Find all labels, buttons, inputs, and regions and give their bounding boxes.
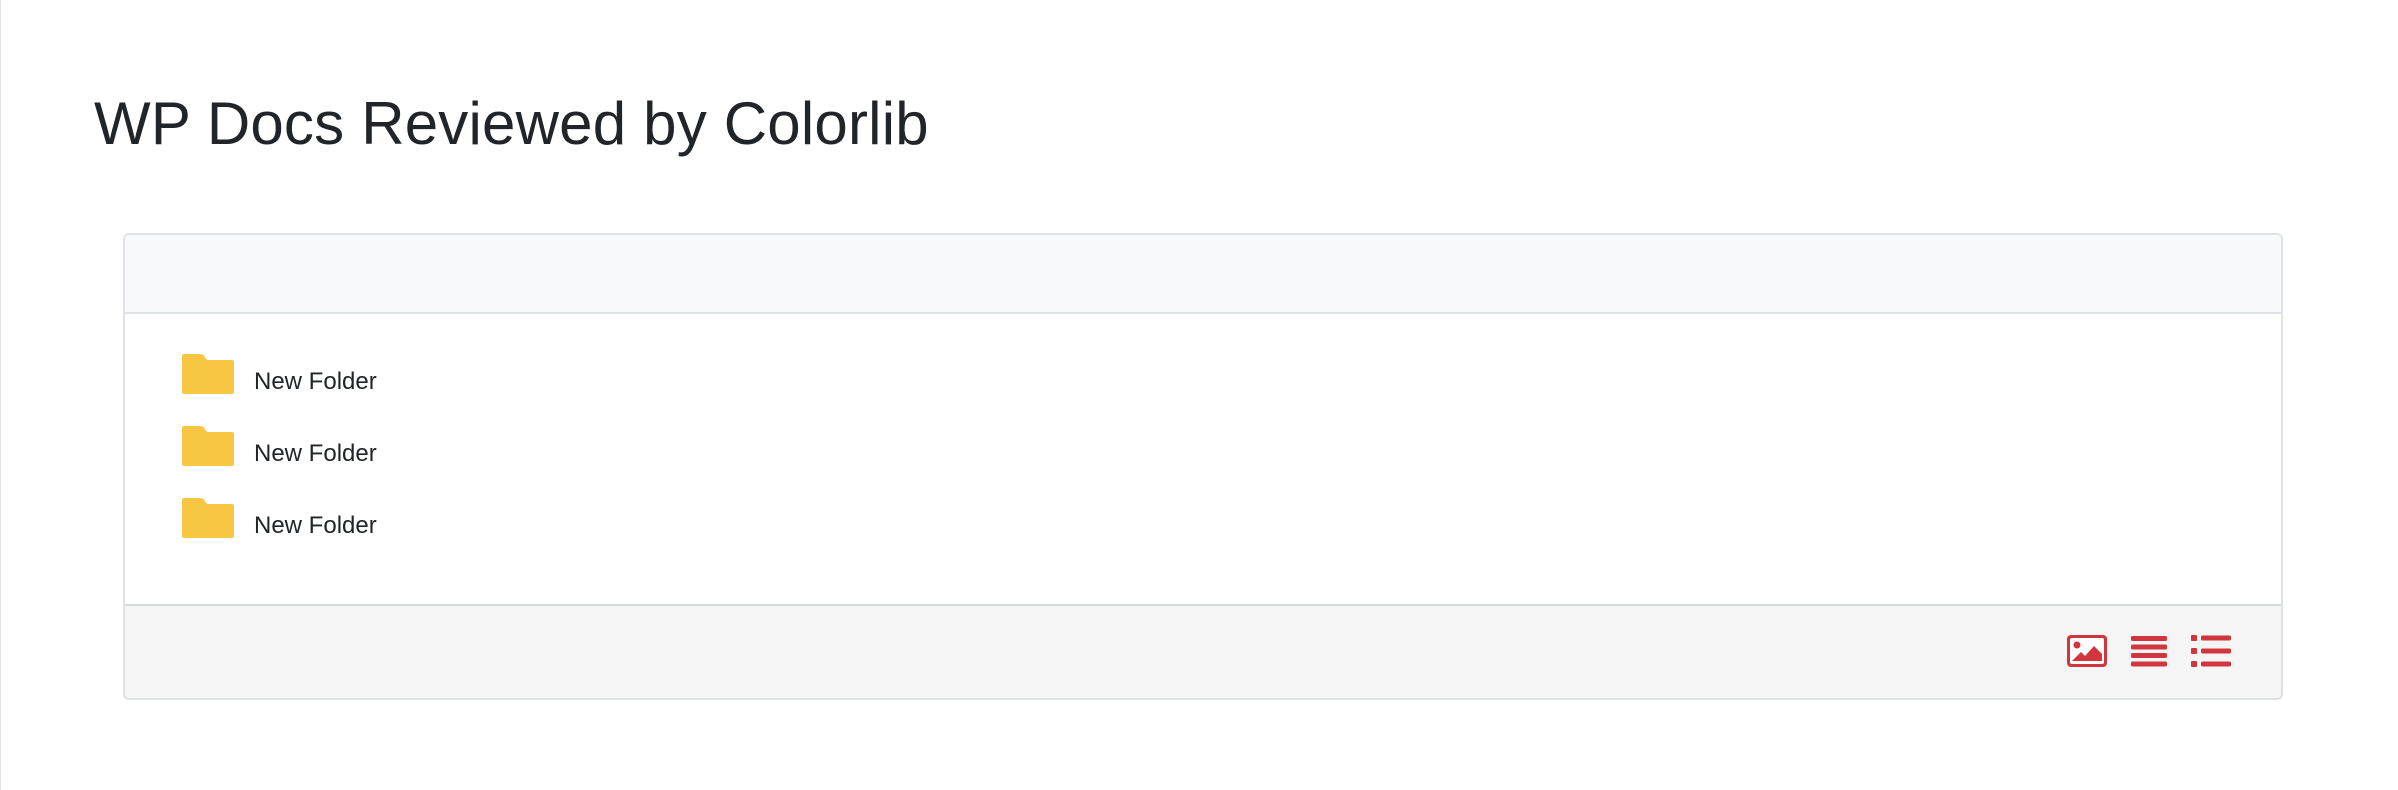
folder-icon	[182, 498, 234, 538]
image-icon	[2067, 635, 2107, 667]
folder-list: New Folder New Folder New Folder	[125, 314, 2281, 606]
thumbnail-view-button[interactable]	[2067, 633, 2107, 669]
folder-label: New Folder	[254, 512, 377, 539]
docs-panel: New Folder New Folder New Folder	[123, 233, 2283, 700]
list-lines-icon	[2131, 636, 2167, 667]
list-item-folder[interactable]: New Folder	[182, 492, 2281, 544]
list-view-button[interactable]	[2129, 633, 2169, 669]
folder-label: New Folder	[254, 368, 377, 395]
detail-list-view-button[interactable]	[2191, 633, 2231, 669]
list-item-folder[interactable]: New Folder	[182, 420, 2281, 472]
panel-header	[125, 235, 2281, 314]
page: WP Docs Reviewed by Colorlib New Folder …	[0, 0, 2398, 790]
folder-icon	[182, 354, 234, 394]
view-switcher	[2067, 633, 2231, 669]
panel-footer	[125, 606, 2281, 698]
folder-label: New Folder	[254, 440, 377, 467]
list-item-folder[interactable]: New Folder	[182, 348, 2281, 400]
folder-icon	[182, 426, 234, 466]
page-title: WP Docs Reviewed by Colorlib	[94, 90, 929, 157]
bulleted-list-icon	[2191, 635, 2231, 667]
